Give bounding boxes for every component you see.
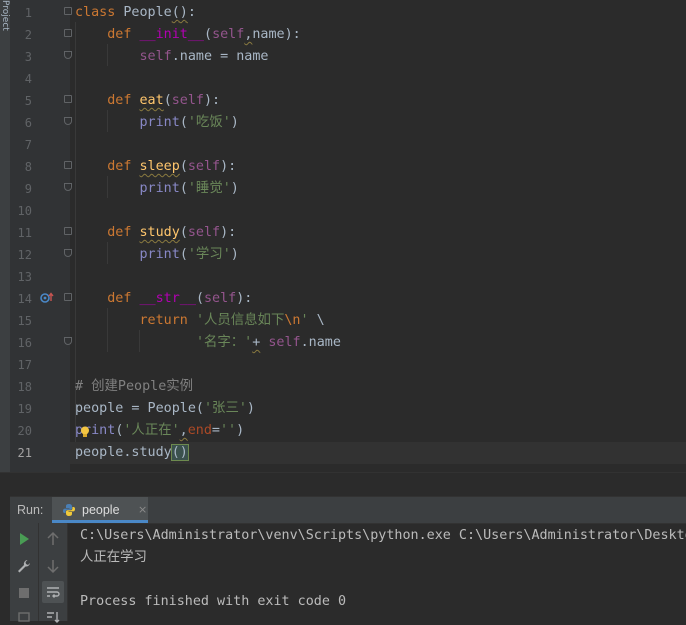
run-tab-people[interactable]: people	[52, 497, 148, 523]
code-line: print('睡觉')	[139, 181, 239, 196]
line-number: 9	[24, 182, 32, 196]
line-number: 10	[17, 204, 32, 218]
code-line: print('人正在',end='')	[75, 423, 245, 438]
arrow-up-icon[interactable]	[45, 531, 61, 547]
code-line: return '人员信息如下\n' \	[139, 313, 325, 328]
line-number: 15	[17, 314, 32, 328]
line-number: 12	[17, 248, 32, 262]
run-tool-window: Run: people × C:\Users\Administrator\ven…	[10, 496, 686, 623]
line-number: 5	[24, 94, 32, 108]
soft-wrap-icon[interactable]	[45, 584, 61, 600]
line-number: 14	[17, 292, 32, 306]
code-line: people = People('张三')	[75, 401, 255, 416]
console-output[interactable]: C:\Users\Administrator\venv\Scripts\pyth…	[80, 523, 686, 621]
code-line: # 创建People实例	[75, 379, 194, 394]
line-number: 7	[24, 138, 32, 152]
code-line: def study(self):	[107, 225, 237, 240]
run-label: Run:	[17, 503, 44, 517]
line-number: 2	[24, 28, 32, 42]
sort-icon[interactable]	[45, 609, 61, 625]
line-number: 4	[24, 72, 32, 86]
console-line: 人正在学习	[80, 550, 147, 565]
code-line: def sleep(self):	[107, 159, 237, 174]
code-line: class People():	[75, 5, 196, 20]
python-icon	[63, 504, 75, 516]
close-tab-icon[interactable]: ×	[138, 497, 147, 523]
project-tab[interactable]: Project	[0, 0, 10, 40]
code-line-current: people.study()	[70, 442, 686, 464]
code-line: def __str__(self):	[107, 291, 253, 306]
line-number: 19	[17, 402, 32, 416]
run-tab-label: people	[82, 503, 120, 517]
code-line: def eat(self):	[107, 93, 221, 108]
run-toolbar-primary	[10, 523, 39, 622]
code-editor[interactable]: 1 2 3 4 5 6 7 8 9 10 11 12 13 14 15 16 17 18 19 20 21 class …	[10, 0, 686, 472]
line-number: 16	[17, 336, 32, 350]
line-number: 17	[17, 358, 32, 372]
line-number: 20	[17, 424, 32, 438]
panel-splitter[interactable]	[0, 472, 686, 497]
code-line: def __init__(self,name):	[107, 27, 301, 42]
code-line: print('学习')	[139, 247, 239, 262]
line-number: 6	[24, 116, 32, 130]
run-toolbar-secondary	[39, 523, 68, 623]
play-icon[interactable]	[16, 531, 32, 547]
line-number: 8	[24, 160, 32, 174]
line-number: 13	[17, 270, 32, 284]
console-line: Process finished with exit code 0	[80, 594, 347, 609]
override-method-icon[interactable]	[40, 292, 56, 304]
arrow-down-icon[interactable]	[45, 558, 61, 574]
line-number: 3	[24, 50, 32, 64]
stop-icon[interactable]	[16, 585, 32, 601]
restore-icon[interactable]	[16, 609, 32, 625]
line-number: 1	[24, 6, 32, 20]
run-header: Run: people ×	[10, 497, 686, 524]
code-line: print('吃饭')	[139, 115, 239, 130]
code-line: self.name = name	[139, 49, 269, 64]
intention-bulb-icon[interactable]	[80, 426, 90, 438]
console-line: C:\Users\Administrator\venv\Scripts\pyth…	[80, 528, 686, 543]
wrench-icon[interactable]	[16, 558, 32, 574]
code-line: '名字：'+ self.name	[195, 335, 341, 350]
line-number: 11	[17, 226, 32, 240]
line-number: 18	[17, 380, 32, 394]
line-number: 21	[17, 446, 32, 460]
code-area[interactable]: class People(): def __init__(self,name):…	[70, 0, 686, 472]
